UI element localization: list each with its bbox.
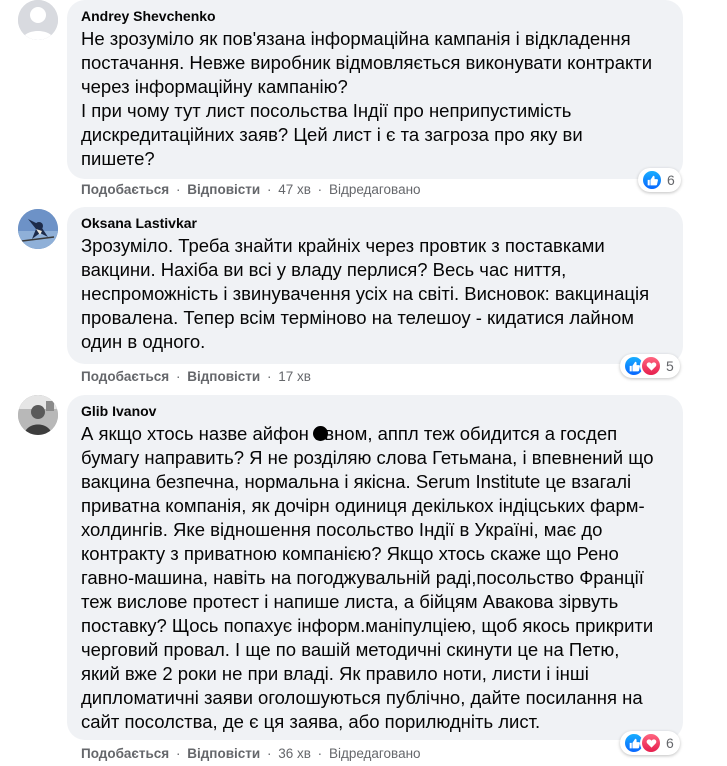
cursor-dot [313, 426, 328, 441]
separator: · [175, 182, 181, 197]
comment-bubble: Glib Ivanov А якщо хтось назве айфон авн… [67, 395, 683, 740]
timestamp[interactable]: 47 хв [278, 182, 311, 197]
comment-bubble: Andrey Shevchenko Не зрозуміло як пов'яз… [67, 0, 683, 179]
reactions-summary[interactable]: 6 [638, 168, 681, 192]
separator: · [266, 369, 272, 384]
swallow-bird-icon [18, 209, 58, 249]
reaction-count: 6 [667, 172, 675, 188]
avatar[interactable] [18, 395, 58, 435]
like-button[interactable]: Подобається [81, 369, 169, 384]
like-button[interactable]: Подобається [81, 182, 169, 197]
comment-actions: Подобається · Відповісти · 36 хв · Відре… [81, 745, 421, 763]
separator: · [175, 369, 181, 384]
reply-button[interactable]: Відповісти [187, 369, 260, 384]
comment-bubble: Oksana Lastivkar Зрозуміло. Треба знайти… [67, 207, 683, 364]
separator: · [266, 746, 272, 761]
reply-button[interactable]: Відповісти [187, 182, 260, 197]
separator: · [266, 182, 272, 197]
reply-button[interactable]: Відповісти [187, 746, 260, 761]
separator: · [317, 182, 323, 197]
comment-author[interactable]: Oksana Lastivkar [81, 214, 669, 232]
comment-author[interactable]: Andrey Shevchenko [81, 7, 669, 25]
timestamp[interactable]: 36 хв [278, 746, 311, 761]
comment-text: А якщо хтось назве айфон авном, аппл теж… [81, 423, 654, 732]
like-icon [641, 169, 663, 191]
default-avatar-icon [18, 0, 58, 40]
reaction-count: 6 [666, 735, 674, 751]
comment-actions: Подобається · Відповісти · 47 хв · Відре… [81, 181, 421, 199]
timestamp[interactable]: 17 хв [278, 369, 311, 384]
comment-actions: Подобається · Відповісти · 17 хв [81, 368, 311, 386]
edited-label[interactable]: Відредаговано [329, 746, 421, 761]
separator: · [175, 746, 181, 761]
comment-text: Не зрозуміло як пов'язана інформаційна к… [81, 28, 653, 169]
reactions-summary[interactable]: 5 [620, 354, 680, 378]
comment-author[interactable]: Glib Ivanov [81, 402, 669, 420]
reactions-summary[interactable]: 6 [620, 731, 680, 755]
user-photo-icon [18, 395, 58, 435]
comment-text: Зрозуміло. Треба знайти крайніх через пр… [81, 235, 650, 352]
love-icon [640, 732, 662, 754]
avatar[interactable] [18, 0, 58, 40]
reaction-count: 5 [666, 358, 674, 374]
separator: · [317, 746, 323, 761]
like-button[interactable]: Подобається [81, 746, 169, 761]
edited-label[interactable]: Відредаговано [329, 182, 421, 197]
love-icon [640, 355, 662, 377]
avatar[interactable] [18, 209, 58, 249]
